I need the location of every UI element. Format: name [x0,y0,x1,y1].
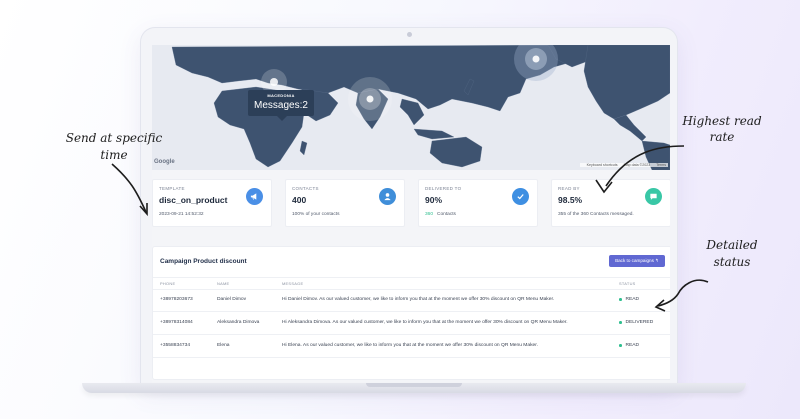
delivered-count: 360 [425,212,434,217]
arrow-send-time [111,163,148,217]
tooltip-country: MACEDONIA [267,93,295,98]
column-header-message[interactable]: MESSAGE [282,281,303,286]
stat-value: 400 [292,195,307,205]
campaign-table-card: Campaign Product discount Back to campai… [152,246,670,380]
annotation-send-time: Send at specific time [60,130,168,164]
annotation-detailed-status: Detailed status [700,237,764,271]
megaphone-icon [246,188,263,205]
cell-message: Hi Daniel Dimov. As our valued customer,… [282,297,555,302]
stat-label: READ BY [558,186,580,191]
status-dot [619,321,622,324]
cell-phone: +3558834734 [160,343,191,348]
laptop-notch [366,383,462,387]
status-badge: READ [625,297,640,302]
status-dot [619,344,622,347]
cell-phone: +38978314084 [160,320,193,325]
stat-card-template: TEMPLATE disc_on_product 2023-09-21 14:5… [152,179,272,227]
cell-name: Daniel Dimov [217,297,247,302]
column-header-phone[interactable]: PHONE [160,281,175,286]
user-icon [379,188,396,205]
stat-card-delivered: DELIVERED TO 90% 360 Contacts [418,179,538,227]
cell-name: Elena [217,343,230,348]
column-header-name[interactable]: NAME [217,281,229,286]
status-dot [619,298,622,301]
stat-label: TEMPLATE [159,186,185,191]
table-row[interactable]: +38978203673 Daniel Dimov Hi Daniel Dimo… [153,289,670,312]
campaign-title: Campaign Product discount [160,258,247,265]
map-tooltip: MACEDONIA Messages:2 [248,90,314,121]
stat-sub: 2023-09-21 14:52:32 [159,212,204,217]
table-row[interactable]: +38978314084 Aleksandra Dimova Hi Aleksa… [153,312,670,335]
annotation-text: Detailed status [706,238,758,269]
status-badge: READ [625,343,640,348]
stat-sub: 100% of your contacts [292,212,340,217]
back-to-campaigns-button[interactable]: Back to campaigns ↰ [609,255,665,267]
cell-name: Aleksandra Dimova [217,320,260,325]
arrow-detailed-status [654,279,709,312]
cell-phone: +38978203673 [160,297,193,302]
arrow-highest-read [595,145,685,194]
stat-value: 98.5% [558,195,583,205]
stat-card-contacts: CONTACTS 400 100% of your contacts [285,179,405,227]
cell-status: READ [619,343,639,348]
check-icon [512,188,529,205]
column-header-status[interactable]: STATUS [619,281,636,286]
stat-value: 90% [425,195,443,205]
table-row[interactable]: +3558834734 Elena Hi Elena. As our value… [153,335,670,358]
cell-status: DELIVERED [619,320,653,325]
cell-message: Hi Elena. As our valued customer, we lik… [282,343,538,348]
cell-status: READ [619,297,639,302]
delivered-unit: Contacts [437,212,456,217]
annotation-text: Send at specific time [65,131,163,162]
status-badge: DELIVERED [625,320,654,325]
stat-value: disc_on_product [159,195,228,205]
stat-label: DELIVERED TO [425,186,462,191]
stat-sub: 360 Contacts [425,212,456,217]
tooltip-messages: Messages:2 [254,100,308,111]
camera-dot [407,32,412,37]
stat-sub: 355 of the 360 Contacts messaged. [558,212,634,217]
cell-message: Hi Aleksandra Dimova. As our valued cust… [282,320,568,325]
app-screen: MACEDONIA Messages:2 Google Keyboard sho… [152,45,670,385]
stat-label: CONTACTS [292,186,319,191]
laptop-base [82,383,746,393]
